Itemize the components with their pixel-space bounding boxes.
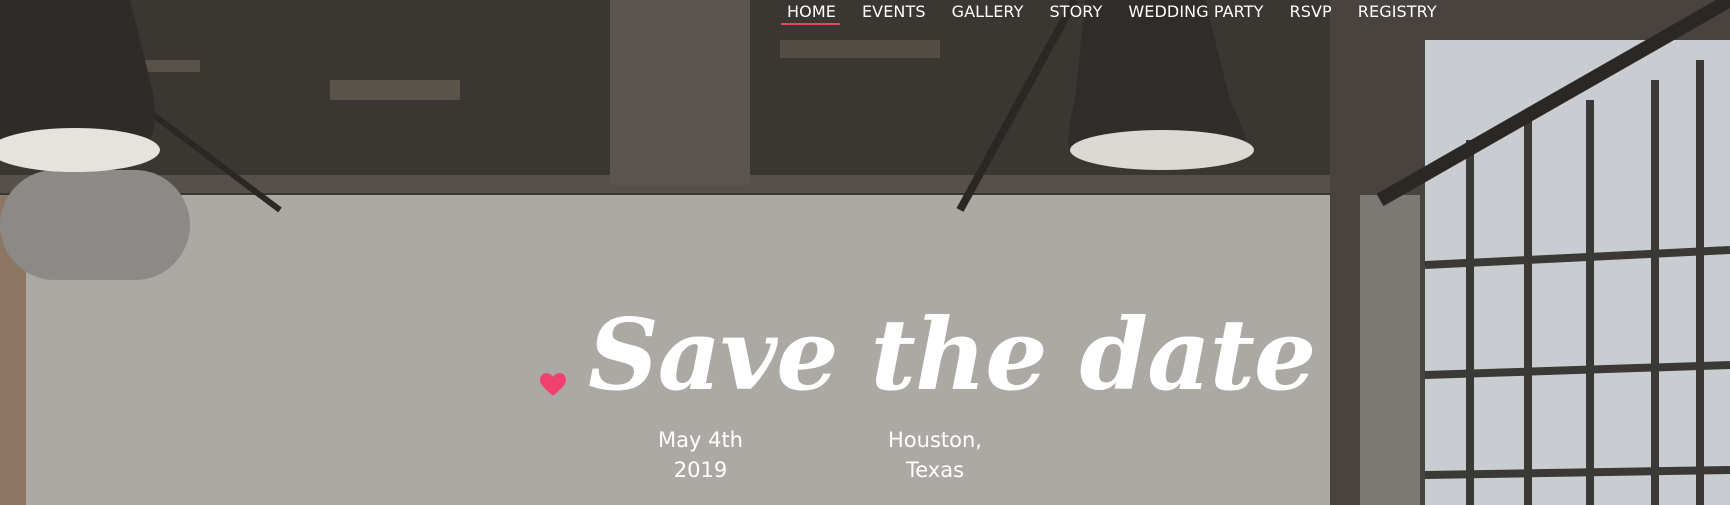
nav-gallery[interactable]: GALLERY xyxy=(952,2,1024,24)
heart-icon xyxy=(540,373,566,396)
nav-registry[interactable]: REGISTRY xyxy=(1358,2,1437,24)
main-nav: HOME EVENTS GALLERY STORY WEDDING PARTY … xyxy=(781,0,1437,26)
nav-wedding-party[interactable]: WEDDING PARTY xyxy=(1128,2,1263,24)
event-date-day: May 4th xyxy=(658,428,743,452)
event-location-state: Texas xyxy=(905,458,965,482)
hero-section: HOME EVENTS GALLERY STORY WEDDING PARTY … xyxy=(0,0,1730,505)
event-date-year: 2019 xyxy=(673,458,728,482)
nav-home[interactable]: HOME xyxy=(781,2,840,25)
hero-title: Save the date xyxy=(588,298,1316,413)
nav-events[interactable]: EVENTS xyxy=(862,2,926,24)
event-date: May 4th 2019 xyxy=(643,425,758,485)
nav-rsvp[interactable]: RSVP xyxy=(1290,2,1332,24)
nav-story[interactable]: STORY xyxy=(1049,2,1102,24)
hero-background-image xyxy=(0,0,1730,505)
event-location: Houston, Texas xyxy=(880,425,990,485)
event-location-city: Houston, xyxy=(888,428,982,452)
